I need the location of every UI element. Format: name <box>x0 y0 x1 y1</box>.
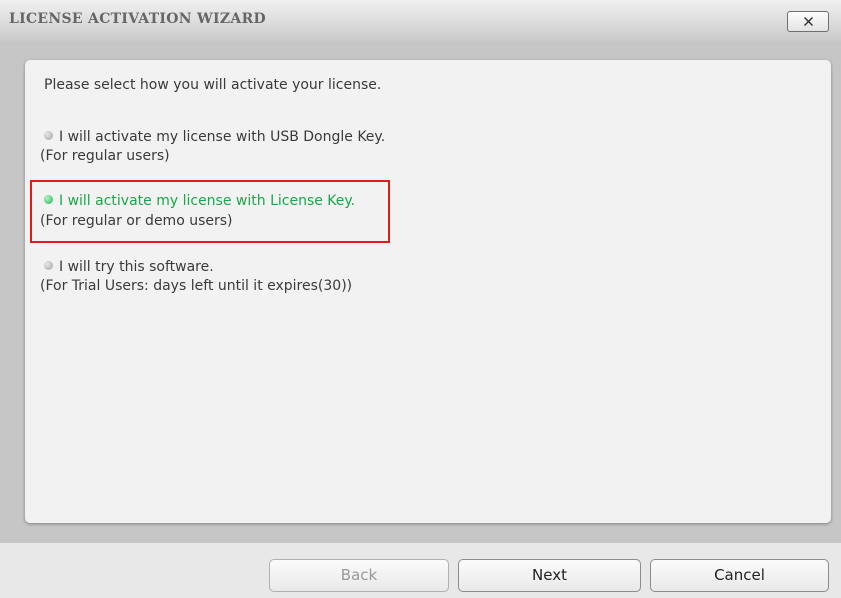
title-bar: LICENSE ACTIVATION WIZARD <box>0 0 841 42</box>
close-button[interactable] <box>787 11 829 32</box>
option-license-key[interactable]: I will activate my license with License … <box>44 193 355 209</box>
option-license-key-label: I will activate my license with License … <box>59 193 356 209</box>
option-trial-label: I will try this software. <box>59 259 214 275</box>
option-trial-sublabel: (For Trial Users: days left until it exp… <box>40 278 353 294</box>
option-usb-dongle-sublabel: (For regular users) <box>40 148 170 164</box>
radio-license-key[interactable] <box>44 195 53 204</box>
option-license-key-sublabel: (For regular or demo users) <box>40 213 233 229</box>
option-trial[interactable]: I will try this software. <box>44 259 214 275</box>
instruction-text: Please select how you will activate your… <box>44 77 382 93</box>
window-title: LICENSE ACTIVATION WIZARD <box>9 11 266 27</box>
radio-trial[interactable] <box>44 261 53 270</box>
back-button[interactable]: Back <box>269 559 449 592</box>
license-wizard-window: LICENSE ACTIVATION WIZARD Please select … <box>0 0 841 598</box>
option-usb-dongle[interactable]: I will activate my license with USB Dong… <box>44 129 385 145</box>
next-button[interactable]: Next <box>458 559 641 592</box>
close-icon <box>803 17 813 26</box>
cancel-button[interactable]: Cancel <box>650 559 829 592</box>
option-usb-dongle-label: I will activate my license with USB Dong… <box>59 129 386 145</box>
radio-usb-dongle[interactable] <box>44 131 53 140</box>
selection-highlight-box <box>30 180 390 243</box>
